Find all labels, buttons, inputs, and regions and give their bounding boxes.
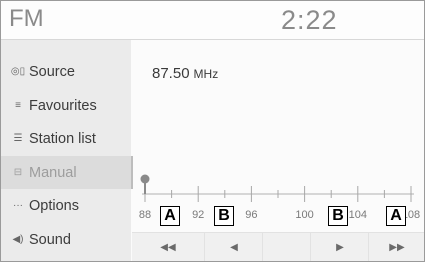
station-list-icon: ☰ — [13, 133, 23, 144]
seek-down-icon: ◀◀ — [160, 242, 176, 253]
frequency-readout: 87.50 MHz — [152, 65, 218, 82]
radio-screen: FM 2:22 ◎▯ Source ≡ Favourites ☰ Station… — [0, 0, 425, 262]
step-down-icon: ◀ — [230, 242, 238, 253]
callout-b-right: B — [328, 206, 348, 226]
sidebar-item-sound[interactable]: ◀) Sound — [1, 223, 131, 256]
sidebar-item-favourites[interactable]: ≡ Favourites — [1, 89, 131, 122]
tuning-knob-icon[interactable] — [140, 174, 150, 195]
scale-label: 88 — [139, 209, 151, 221]
sound-icon: ◀) — [12, 234, 24, 245]
sidebar-item-source[interactable]: ◎▯ Source — [1, 55, 131, 88]
callout-a-right: A — [386, 206, 406, 226]
sidebar-item-label: Favourites — [29, 97, 97, 114]
callout-b-left: B — [214, 206, 234, 226]
favourites-icon: ≡ — [15, 100, 21, 111]
frequency-unit: MHz — [193, 67, 219, 81]
scale-ticks: 88 92 96 100 104 108 — [139, 186, 420, 221]
callout-a-left: A — [160, 206, 180, 226]
clock: 2:22 — [281, 5, 338, 35]
frequency-value: 87.50 — [152, 65, 190, 82]
sidebar-item-station-list[interactable]: ☰ Station list — [1, 122, 131, 155]
sidebar: ◎▯ Source ≡ Favourites ☰ Station list ⊟ … — [1, 40, 133, 261]
seek-up-icon: ▶▶ — [389, 242, 405, 253]
empty-slot — [262, 233, 311, 261]
header-bar: FM 2:22 — [1, 1, 424, 40]
seek-down-button[interactable]: ◀◀ — [132, 233, 204, 261]
sidebar-item-label: Station list — [29, 130, 96, 147]
scale-label: 92 — [192, 209, 204, 221]
scale-label: 96 — [245, 209, 257, 221]
sidebar-item-manual[interactable]: ⊟ Manual — [1, 156, 133, 189]
options-icon: ··· — [13, 200, 23, 211]
sidebar-item-label: Sound — [29, 231, 71, 248]
step-up-icon: ▶ — [336, 242, 344, 253]
sidebar-item-options[interactable]: ··· Options — [1, 189, 131, 222]
step-up-button[interactable]: ▶ — [310, 233, 369, 261]
scale-label: 104 — [349, 209, 367, 221]
manual-tuning-icon: ⊟ — [13, 167, 23, 178]
page-title: FM — [9, 5, 44, 32]
step-down-button[interactable]: ◀ — [204, 233, 263, 261]
sidebar-item-label: Manual — [29, 164, 77, 181]
scale-label: 100 — [295, 209, 313, 221]
sidebar-item-label: Options — [29, 197, 79, 214]
seek-up-button[interactable]: ▶▶ — [368, 233, 424, 261]
tuning-controls: ◀◀ ◀ ▶ ▶▶ — [132, 232, 424, 261]
source-icon: ◎▯ — [10, 66, 26, 77]
sidebar-item-label: Source — [29, 63, 75, 80]
